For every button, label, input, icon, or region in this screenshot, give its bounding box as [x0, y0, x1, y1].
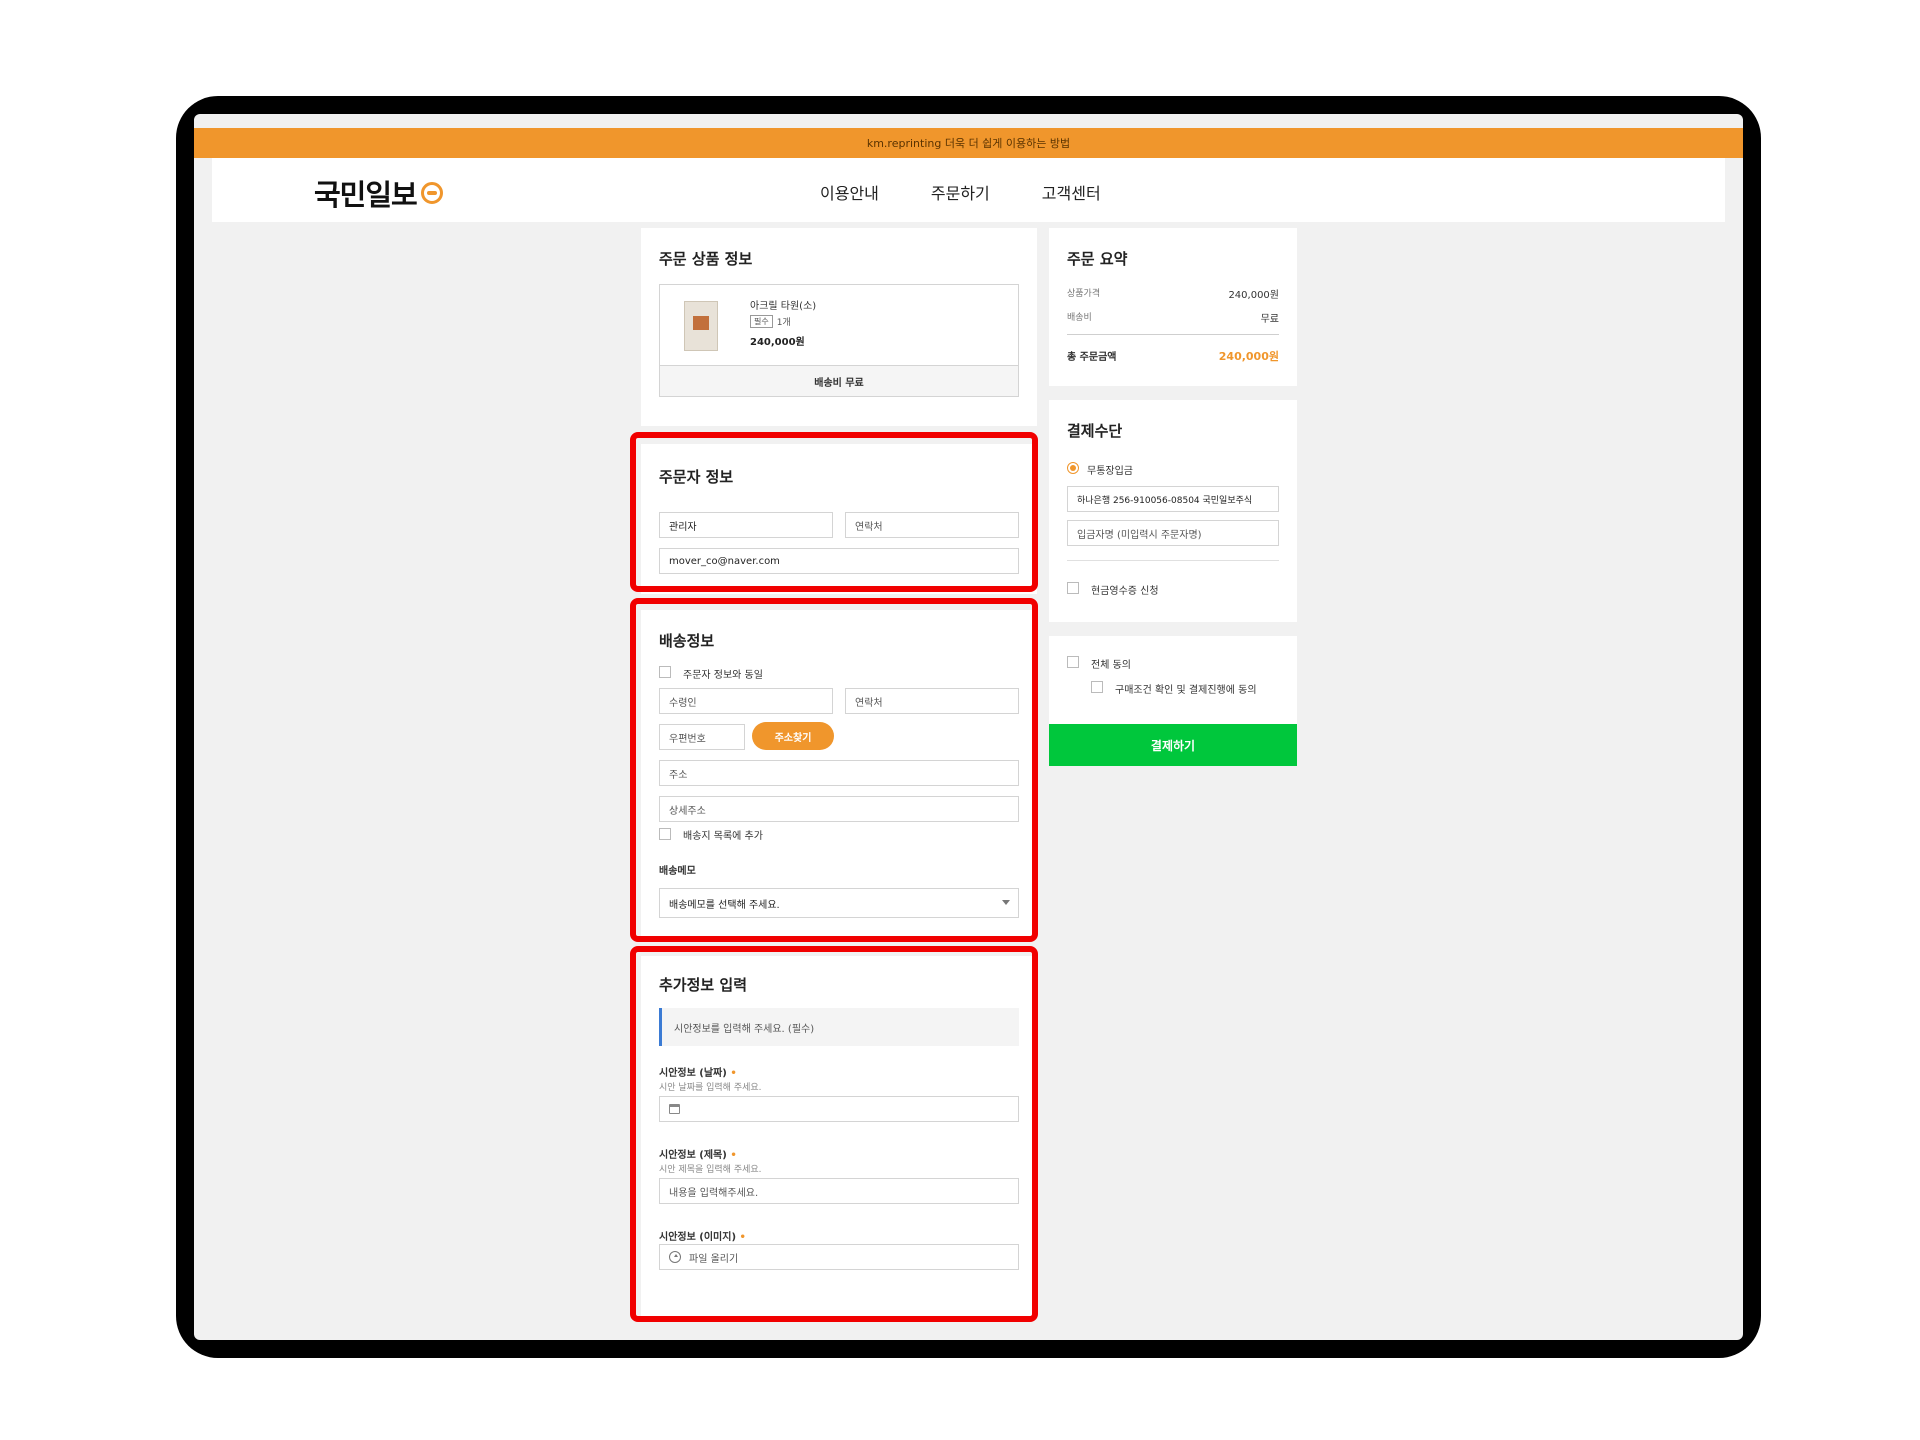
subject-label: 시안정보 (제목)	[659, 1150, 727, 1161]
logo-text: 국민일보	[314, 178, 418, 212]
cash-receipt-label: 현금영수증 신청	[1091, 586, 1159, 597]
product-info-card: 주문 상품 정보 아크릴 타원(소) 필수 1개 240,000원 배송비 무료	[641, 228, 1037, 426]
extra-info-card: 추가정보 입력 시안정보를 입력해 주세요. (필수) 시안정보 (날짜) • …	[641, 956, 1037, 1316]
nav-support[interactable]: 고객센터	[1042, 180, 1101, 204]
logo[interactable]: 국민일보	[314, 172, 443, 214]
bank-transfer-label: 무통장입금	[1087, 466, 1133, 477]
summary-section-title: 주문 요약	[1067, 250, 1128, 268]
delivery-memo-select[interactable]: 배송메모를 선택해 주세요.	[659, 888, 1019, 918]
order-summary-card: 주문 요약 상품가격 240,000원 배송비 무료 총 주문금액 240,00…	[1049, 228, 1297, 386]
summary-shipping-label: 배송비	[1067, 313, 1092, 323]
address-input[interactable]: 주소	[659, 760, 1019, 786]
subject-input[interactable]: 내용을 입력해주세요.	[659, 1178, 1019, 1204]
delivery-memo-select-value: 배송메모를 선택해 주세요.	[669, 899, 780, 911]
upload-icon	[669, 1251, 681, 1263]
agreement-card: 전체 동의 구매조건 확인 및 결제진행에 동의	[1049, 636, 1297, 724]
recipient-input[interactable]: 수령인	[659, 688, 833, 714]
bank-account-select[interactable]: 하나은행 256-910056-08504 국민일보주식	[1067, 486, 1279, 512]
agree-terms-checkbox[interactable]	[1091, 681, 1103, 693]
shipping-fee-bar: 배송비 무료	[659, 365, 1019, 397]
site-header: 국민일보 이용안내 주문하기 고객센터	[212, 158, 1725, 222]
subject-required-mark: •	[730, 1150, 737, 1161]
product-name: 아크릴 타원(소)	[750, 301, 817, 312]
delivery-info-card: 배송정보 주문자 정보와 동일 수령인 연락처 우편번호 주소찾기 주소 상세주…	[641, 610, 1037, 938]
browser-screen: km.reprinting 더욱 더 쉽게 이용하는 방법 국민일보 이용안내 …	[194, 114, 1743, 1340]
image-required-mark: •	[739, 1232, 746, 1243]
date-hint: 시안 날짜를 입력해 주세요.	[659, 1083, 762, 1093]
main-nav: 이용안내 주문하기 고객센터	[820, 180, 1101, 204]
product-price: 240,000원	[750, 337, 805, 348]
depositor-name-input[interactable]: 입금자명 (미입력시 주문자명)	[1067, 520, 1279, 546]
detail-address-input[interactable]: 상세주소	[659, 796, 1019, 822]
upload-label: 파일 올리기	[689, 1253, 739, 1265]
add-to-address-list-label: 배송지 목록에 추가	[683, 831, 763, 842]
extra-notice: 시안정보를 입력해 주세요. (필수)	[659, 1008, 1019, 1046]
zipcode-input[interactable]: 우편번호	[659, 724, 745, 750]
logo-emblem-icon	[420, 182, 443, 204]
same-as-orderer-label: 주문자 정보와 동일	[683, 670, 763, 681]
delivery-section-title: 배송정보	[659, 632, 715, 650]
summary-shipping-value: 무료	[1260, 314, 1279, 325]
agree-all-checkbox[interactable]	[1067, 656, 1079, 668]
orderer-section-title: 주문자 정보	[659, 468, 734, 486]
date-input[interactable]	[659, 1096, 1019, 1122]
nav-order[interactable]: 주문하기	[931, 180, 990, 204]
bank-transfer-radio[interactable]	[1067, 462, 1079, 474]
qty-badge: 필수	[750, 315, 773, 328]
calendar-icon	[669, 1104, 680, 1114]
extra-section-title: 추가정보 입력	[659, 976, 748, 994]
delivery-memo-label: 배송메모	[659, 866, 696, 877]
product-section-title: 주문 상품 정보	[659, 250, 753, 268]
summary-price-label: 상품가격	[1067, 289, 1101, 299]
product-qty: 1개	[776, 318, 791, 328]
announcement-bar[interactable]: km.reprinting 더욱 더 쉽게 이용하는 방법	[194, 128, 1743, 158]
product-thumbnail	[684, 301, 718, 351]
date-required-mark: •	[730, 1068, 737, 1079]
find-address-button[interactable]: 주소찾기	[752, 722, 834, 750]
payment-method-card: 결제수단 무통장입금 하나은행 256-910056-08504 국민일보주식 …	[1049, 400, 1297, 622]
orderer-phone-input[interactable]: 연락처	[845, 512, 1019, 538]
summary-total-label: 총 주문금액	[1067, 352, 1117, 363]
date-label: 시안정보 (날짜)	[659, 1068, 727, 1079]
agree-all-label: 전체 동의	[1091, 660, 1131, 671]
image-upload-button[interactable]: 파일 올리기	[659, 1244, 1019, 1270]
payment-section-title: 결제수단	[1067, 422, 1123, 440]
summary-total-value: 240,000원	[1218, 350, 1279, 363]
add-to-address-list-checkbox[interactable]	[659, 828, 671, 840]
nav-guide[interactable]: 이용안내	[820, 180, 879, 204]
orderer-email-input[interactable]: mover_co@naver.com	[659, 548, 1019, 574]
image-label: 시안정보 (이미지)	[659, 1232, 737, 1243]
summary-divider	[1067, 334, 1279, 335]
cash-receipt-checkbox[interactable]	[1067, 582, 1079, 594]
extra-notice-text: 시안정보를 입력해 주세요. (필수)	[674, 1023, 815, 1035]
summary-price-value: 240,000원	[1228, 290, 1279, 301]
product-box: 아크릴 타원(소) 필수 1개 240,000원	[659, 284, 1019, 366]
pay-button[interactable]: 결제하기	[1049, 724, 1297, 766]
subject-hint: 시안 제목을 입력해 주세요.	[659, 1165, 762, 1175]
recipient-phone-input[interactable]: 연락처	[845, 688, 1019, 714]
same-as-orderer-checkbox[interactable]	[659, 666, 671, 678]
image-label-row: 시안정보 (이미지) •	[659, 1228, 746, 1243]
subject-label-row: 시안정보 (제목) •	[659, 1146, 737, 1161]
chevron-down-icon	[1002, 900, 1010, 905]
agree-terms-label: 구매조건 확인 및 결제진행에 동의	[1115, 685, 1257, 696]
payment-divider	[1067, 560, 1279, 561]
orderer-name-input[interactable]: 관리자	[659, 512, 833, 538]
orderer-info-card: 주문자 정보 관리자 연락처 mover_co@naver.com	[641, 444, 1037, 594]
date-label-row: 시안정보 (날짜) •	[659, 1064, 737, 1079]
